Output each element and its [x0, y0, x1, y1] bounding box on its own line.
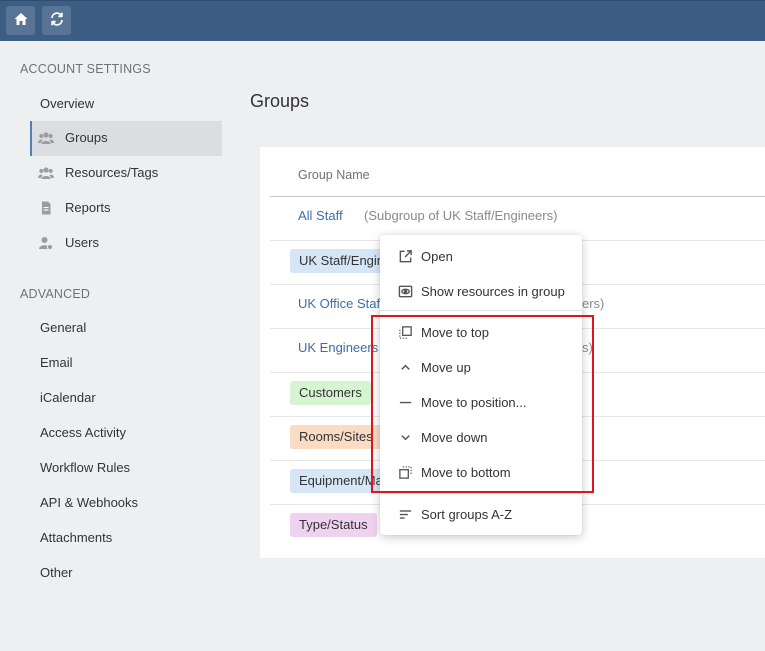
group-subtitle-tail: ers): [582, 296, 605, 311]
sidebar-item-label: Reports: [65, 200, 111, 215]
menu-item-sort-groups[interactable]: Sort groups A-Z: [380, 497, 582, 531]
top-bar: [0, 0, 765, 41]
users-icon: [38, 131, 54, 145]
sidebar-item-other[interactable]: Other: [40, 563, 73, 583]
sidebar-item-label: Overview: [40, 96, 95, 111]
sidebar-item-reports[interactable]: Reports: [38, 198, 111, 218]
sidebar-item-workflow-rules[interactable]: Workflow Rules: [40, 458, 130, 478]
sidebar-item-label: Access Activity: [40, 425, 126, 440]
group-chip-rooms-sites[interactable]: Rooms/Sites: [290, 425, 382, 449]
menu-separator: [380, 493, 582, 494]
group-link-all-staff[interactable]: All Staff: [298, 208, 343, 223]
group-link-uk-engineers[interactable]: UK Engineers: [298, 340, 380, 355]
sort-icon: [397, 506, 413, 522]
sidebar-item-resources-tags[interactable]: Resources/Tags: [38, 163, 158, 183]
page-title: Groups: [250, 91, 310, 111]
highlight-box: [371, 315, 594, 493]
sidebar-item-groups[interactable]: Groups: [38, 128, 108, 148]
sidebar-item-label: Resources/Tags: [65, 165, 159, 180]
sidebar-item-attachments[interactable]: Attachments: [40, 528, 112, 548]
account-settings-heading: ACCOUNT SETTINGS: [20, 62, 151, 76]
open-external-icon: [397, 248, 413, 264]
sidebar-item-label: General: [40, 320, 87, 335]
refresh-button[interactable]: [42, 6, 71, 35]
sidebar-item-label: Email: [40, 355, 73, 370]
home-icon: [13, 11, 29, 30]
menu-item-label: Show resources in group: [421, 283, 565, 299]
column-header-group-name: Group Name: [298, 168, 370, 182]
menu-item-open[interactable]: Open: [380, 239, 582, 273]
sidebar-item-label: Workflow Rules: [40, 460, 131, 475]
sidebar-item-label: API & Webhooks: [40, 495, 139, 510]
document-icon: [38, 201, 54, 215]
menu-separator: [380, 310, 582, 311]
group-chip-equipment-machines[interactable]: Equipment/Machines: [290, 469, 382, 493]
sidebar-item-label: iCalendar: [40, 390, 96, 405]
home-button[interactable]: [6, 6, 35, 35]
sidebar-item-access-activity[interactable]: Access Activity: [40, 423, 126, 443]
sidebar-item-email[interactable]: Email: [40, 353, 73, 373]
header-divider: [270, 196, 765, 197]
refresh-icon: [49, 11, 65, 30]
sidebar-item-users[interactable]: Users: [38, 233, 99, 253]
menu-item-label: Open: [421, 248, 453, 264]
user-gear-icon: [38, 236, 54, 250]
sidebar-item-label: Groups: [65, 130, 108, 145]
group-chip-uk-staff-engineers[interactable]: UK Staff/Engineers: [290, 249, 382, 273]
users-icon: [38, 166, 54, 180]
menu-item-show-resources[interactable]: Show resources in group: [380, 274, 582, 308]
sidebar-item-overview[interactable]: Overview: [40, 94, 94, 114]
sidebar-item-label: Users: [65, 235, 99, 250]
sidebar-item-label: Attachments: [40, 530, 113, 545]
sidebar-item-icalendar[interactable]: iCalendar: [40, 388, 96, 408]
sidebar-item-label: Other: [40, 565, 73, 580]
menu-item-label: Sort groups A-Z: [421, 506, 513, 522]
group-chip-type-status[interactable]: Type/Status: [290, 513, 377, 537]
sidebar-item-api-webhooks[interactable]: API & Webhooks: [40, 493, 138, 513]
eye-icon: [397, 283, 413, 299]
group-chip-customers[interactable]: Customers: [290, 381, 371, 405]
group-subtitle: (Subgroup of UK Staff/Engineers): [364, 208, 558, 223]
group-link-uk-office-staff[interactable]: UK Office Staff: [298, 296, 380, 311]
sidebar-item-general[interactable]: General: [40, 318, 86, 338]
advanced-heading: ADVANCED: [20, 287, 91, 301]
